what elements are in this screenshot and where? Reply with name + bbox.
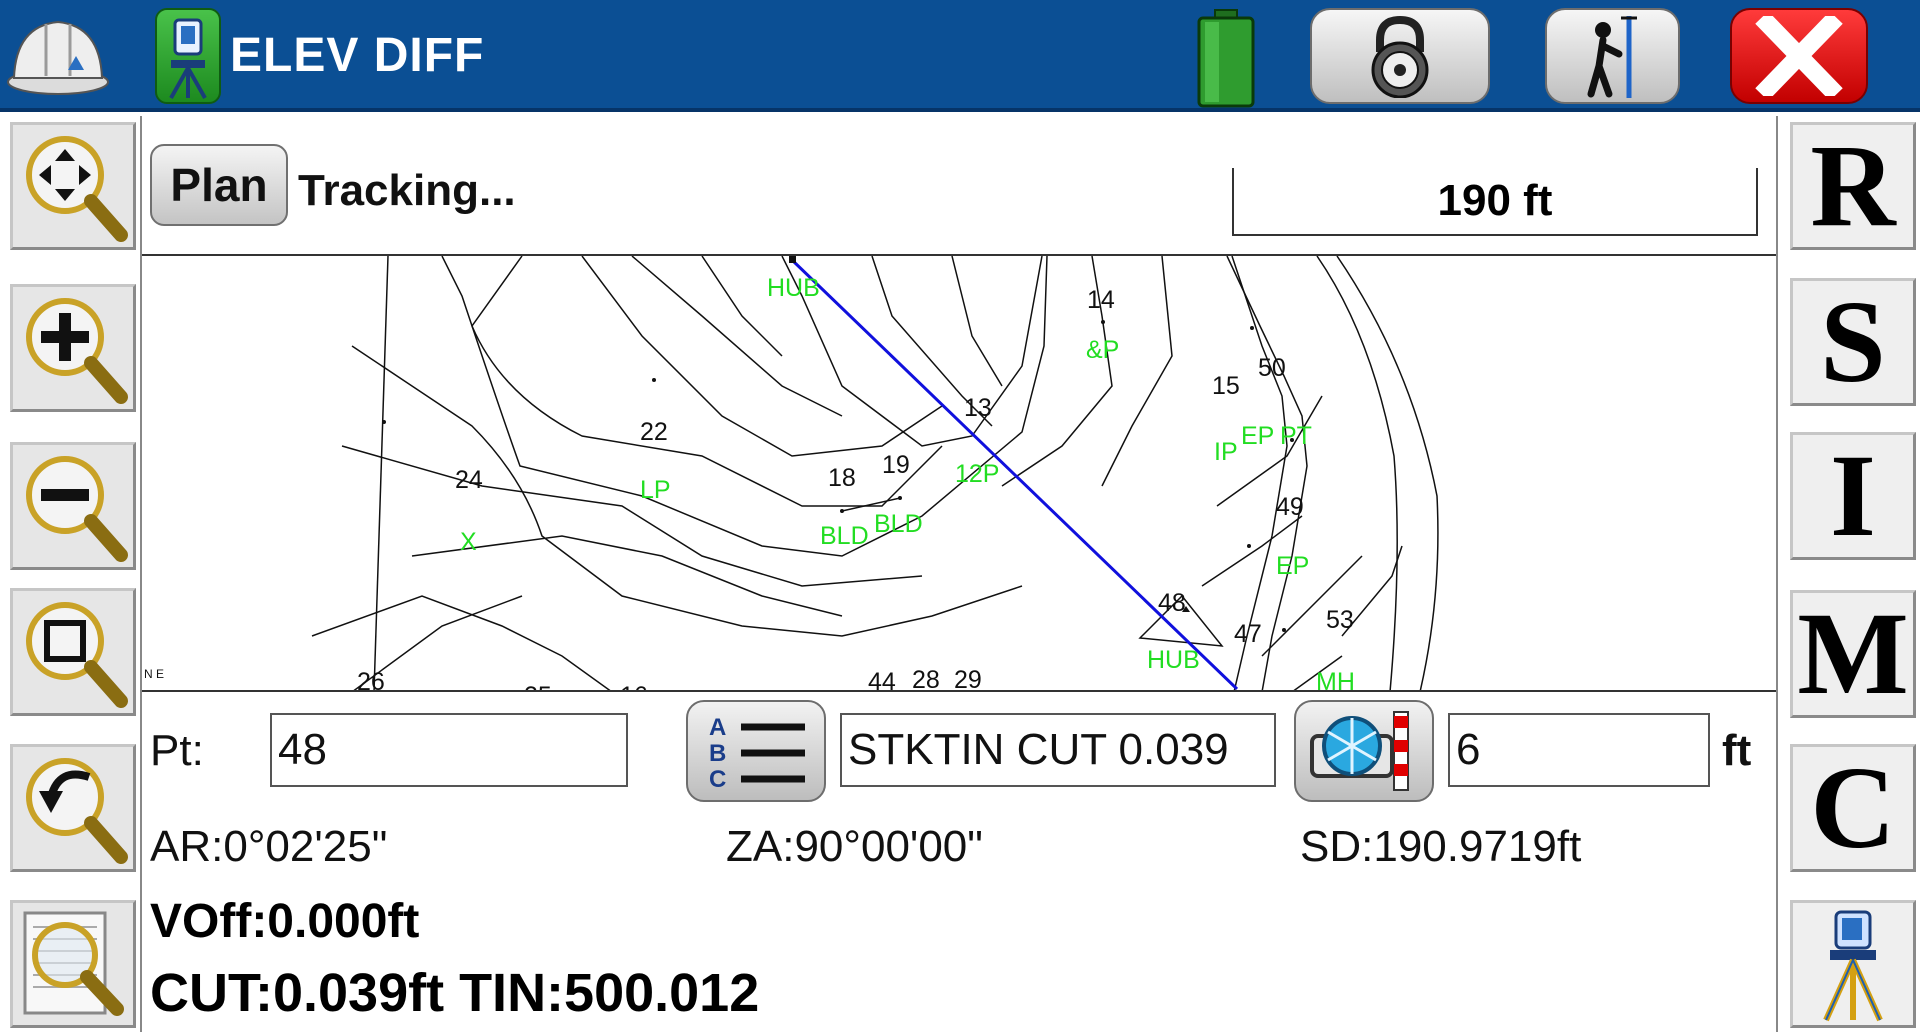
person-rod-icon: [1587, 16, 1637, 98]
point-number: 18: [828, 464, 856, 492]
point-code: EP: [1241, 422, 1274, 450]
m-button[interactable]: M: [1790, 590, 1916, 718]
zoom-window-icon: [26, 602, 128, 708]
vertical-offset-readout: VOff:0.000ft: [150, 895, 420, 948]
abc-list-icon: A B C: [709, 714, 805, 793]
point-code: IP: [1214, 438, 1238, 466]
padlock-icon: [1371, 15, 1429, 98]
point-code: HUB: [767, 274, 820, 302]
total-station-tripod-icon: [1823, 910, 1883, 1022]
svg-text:C: C: [709, 766, 726, 793]
right-toolbar: R S I M C: [1776, 116, 1920, 1032]
point-number: 49: [1276, 493, 1304, 521]
description-field[interactable]: STKTIN CUT 0.039: [840, 713, 1276, 787]
zoom-window-button[interactable]: [10, 588, 136, 716]
target-height-button[interactable]: [1294, 700, 1434, 802]
svg-text:B: B: [709, 740, 726, 767]
close-button[interactable]: [1730, 8, 1868, 104]
point-number: 24: [455, 466, 483, 494]
pan-zoom-button[interactable]: [10, 122, 136, 250]
point-number: 28: [912, 666, 940, 692]
point-code: EP: [1276, 552, 1309, 580]
zoom-out-button[interactable]: [10, 442, 136, 570]
title-bar: ELEV DIFF: [0, 0, 1920, 112]
stakeout-line: [790, 258, 1239, 690]
lock-button[interactable]: [1310, 8, 1490, 104]
point-label: Pt:: [150, 726, 204, 775]
close-x-icon: [1755, 16, 1843, 96]
zoom-extents-icon: [23, 911, 124, 1016]
hardhat-logo-icon[interactable]: [6, 12, 110, 98]
stakeout-person-button[interactable]: [1545, 8, 1680, 104]
point-code: &P: [1086, 336, 1119, 364]
point-code: MH: [1316, 668, 1355, 692]
point-code: X: [460, 528, 477, 556]
total-station-icon[interactable]: [155, 8, 221, 104]
i-button[interactable]: I: [1790, 432, 1916, 560]
height-unit: ft: [1722, 726, 1752, 775]
point-code: BLD: [820, 522, 869, 550]
cut-tin-readout: CUT:0.039ft TIN:500.012: [150, 963, 760, 1023]
pan-zoom-icon: [26, 136, 128, 242]
zenith-angle-readout: ZA:90°00'00": [726, 822, 983, 871]
point-code: LP: [640, 476, 671, 504]
zoom-in-button[interactable]: [10, 284, 136, 412]
zoom-extents-button[interactable]: [10, 900, 136, 1028]
description-list-button[interactable]: A B C: [686, 700, 826, 802]
zoom-out-icon: [26, 456, 128, 562]
plan-view-button[interactable]: Plan: [150, 144, 288, 226]
rod-height-field[interactable]: 6: [1448, 713, 1710, 787]
plan-map[interactable]: 14 15 50 13 22 24 18 19 49 48 47 53 26 2…: [142, 256, 1776, 692]
zoom-previous-button[interactable]: [10, 744, 136, 872]
map-scale: 190 ft: [1232, 168, 1758, 236]
tracking-status: Tracking...: [298, 166, 516, 215]
point-number: 44: [868, 668, 896, 692]
s-button[interactable]: S: [1790, 278, 1916, 406]
prism-target-icon: [1310, 711, 1409, 791]
slope-distance-readout: SD:190.9719ft: [1300, 822, 1582, 871]
point-number: 19: [882, 451, 910, 479]
point-code: HUB: [1147, 646, 1200, 674]
point-number: 50: [1258, 354, 1286, 382]
point-number: 29: [954, 666, 982, 692]
north-arrow-icon: N E: [144, 667, 164, 681]
zoom-previous-icon: [26, 758, 128, 864]
point-number-field[interactable]: 48: [270, 713, 628, 787]
svg-text:A: A: [709, 714, 726, 741]
screen: ELEV DIFF R S I M C Plan Tracking... 190…: [0, 0, 1920, 1032]
left-toolbar: [0, 116, 142, 1032]
point-number: 26: [357, 668, 385, 692]
point-number: 13: [964, 394, 992, 422]
point-code: PT: [1280, 422, 1312, 450]
point-code: 12P: [955, 460, 999, 488]
c-button[interactable]: C: [1790, 744, 1916, 872]
map-canvas[interactable]: 14 15 50 13 22 24 18 19 49 48 47 53 26 2…: [142, 256, 1776, 692]
point-markers: [382, 256, 1294, 632]
point-number: 15: [1212, 372, 1240, 400]
angle-right-readout: AR:0°02'25": [150, 822, 388, 871]
point-number: 22: [640, 418, 668, 446]
point-number: 16: [620, 682, 648, 692]
point-number: 53: [1326, 606, 1354, 634]
screen-title: ELEV DIFF: [230, 29, 485, 82]
zoom-in-icon: [26, 298, 128, 404]
point-number: 14: [1087, 286, 1115, 314]
point-number: 48: [1158, 589, 1186, 617]
r-button[interactable]: R: [1790, 122, 1916, 250]
point-code: BLD: [874, 510, 923, 538]
point-number: 47: [1234, 620, 1262, 648]
point-number: 25: [524, 682, 552, 692]
battery-icon: [1195, 8, 1257, 108]
instrument-button[interactable]: [1790, 900, 1916, 1028]
